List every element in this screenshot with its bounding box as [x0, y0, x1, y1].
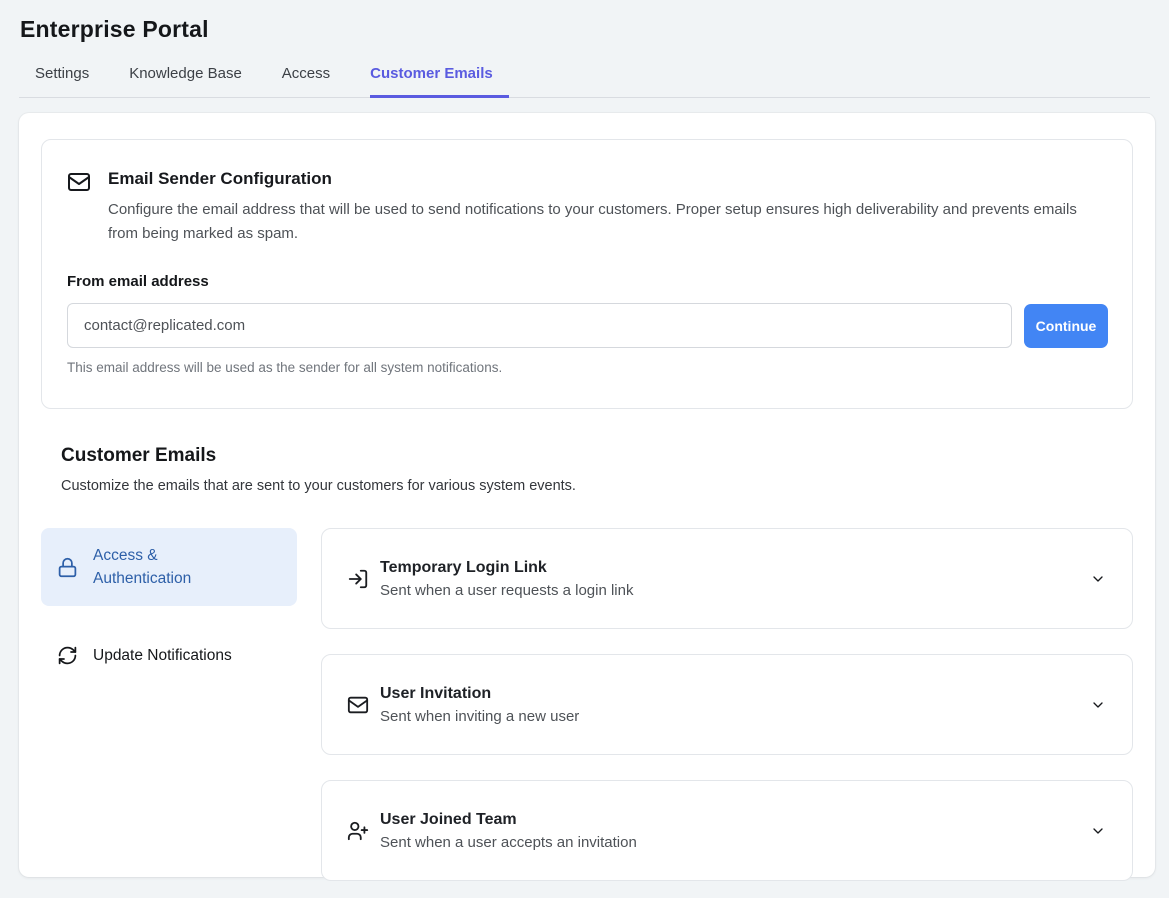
category-label: Update Notifications	[93, 644, 232, 667]
from-email-input[interactable]	[67, 303, 1012, 348]
mail-icon	[347, 694, 369, 716]
customer-emails-subtitle: Customize the emails that are sent to yo…	[61, 478, 1133, 494]
email-card-title: Temporary Login Link	[380, 559, 633, 577]
tab-knowledge-base[interactable]: Knowledge Base	[129, 65, 242, 98]
user-plus-icon	[347, 820, 369, 842]
email-category-nav: Access & Authentication Update Notificat…	[41, 528, 297, 881]
continue-button[interactable]: Continue	[1024, 304, 1108, 348]
page-header: Enterprise Portal	[0, 0, 1169, 43]
customer-emails-title: Customer Emails	[61, 445, 1133, 467]
category-item-access-authentication[interactable]: Access & Authentication	[41, 528, 297, 606]
email-card-subtitle: Sent when a user requests a login link	[380, 582, 633, 599]
chevron-down-icon[interactable]	[1090, 823, 1106, 839]
main-panel: Email Sender Configuration Configure the…	[19, 113, 1155, 877]
tab-settings[interactable]: Settings	[35, 65, 89, 98]
from-email-helper-text: This email address will be used as the s…	[67, 360, 1108, 375]
email-card-temporary-login-link[interactable]: Temporary Login Link Sent when a user re…	[321, 528, 1133, 629]
tab-customer-emails[interactable]: Customer Emails	[370, 65, 509, 98]
lock-icon	[57, 557, 78, 578]
tab-access[interactable]: Access	[282, 65, 330, 98]
email-card-subtitle: Sent when inviting a new user	[380, 708, 579, 725]
refresh-icon	[57, 645, 78, 666]
email-card-title: User Invitation	[380, 685, 579, 703]
category-label: Access & Authentication	[93, 544, 243, 590]
from-email-label: From email address	[67, 273, 1108, 290]
email-card-user-joined-team[interactable]: User Joined Team Sent when a user accept…	[321, 780, 1133, 881]
email-card-user-invitation[interactable]: User Invitation Sent when inviting a new…	[321, 654, 1133, 755]
login-icon	[347, 568, 369, 590]
email-sender-config-title: Email Sender Configuration	[108, 169, 1088, 189]
chevron-down-icon[interactable]	[1090, 697, 1106, 713]
email-card-title: User Joined Team	[380, 811, 637, 829]
email-sender-config-description: Configure the email address that will be…	[108, 198, 1088, 246]
category-item-update-notifications[interactable]: Update Notifications	[41, 630, 297, 681]
tab-bar: Settings Knowledge Base Access Customer …	[19, 65, 1150, 98]
email-sender-config-card: Email Sender Configuration Configure the…	[41, 139, 1133, 409]
page-title: Enterprise Portal	[20, 16, 1169, 43]
mail-icon	[67, 170, 91, 246]
email-template-list: Temporary Login Link Sent when a user re…	[321, 528, 1133, 881]
chevron-down-icon[interactable]	[1090, 571, 1106, 587]
email-card-subtitle: Sent when a user accepts an invitation	[380, 834, 637, 851]
